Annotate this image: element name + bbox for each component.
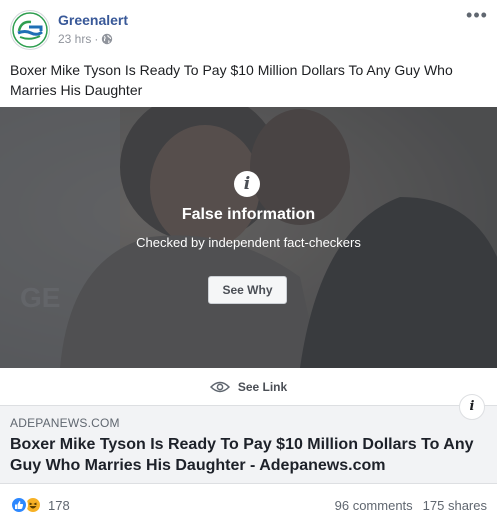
false-information-title: False information: [181, 206, 316, 223]
page-name-link[interactable]: Greenalert: [58, 12, 128, 28]
info-icon: i: [234, 171, 260, 197]
link-title[interactable]: Boxer Mike Tyson Is Ready To Pay $10 Mil…: [10, 434, 480, 476]
greenalert-logo: [12, 12, 48, 48]
like-icon: [10, 496, 28, 514]
see-link-label: See Link: [237, 379, 288, 394]
reactions-summary[interactable]: 178: [10, 496, 70, 514]
post-header: Greenalert 23 hrs · •••: [0, 0, 497, 56]
post-meta: 23 hrs ·: [58, 32, 113, 46]
comments-count-link[interactable]: 96 comments: [335, 498, 413, 513]
link-info-icon[interactable]: i: [459, 394, 485, 420]
see-link-button[interactable]: See Link: [0, 368, 497, 406]
meta-separator: ·: [94, 32, 99, 46]
link-preview[interactable]: ADEPANEWS.COM Boxer Mike Tyson Is Ready …: [0, 394, 497, 484]
see-why-button[interactable]: See Why: [208, 276, 287, 304]
page-avatar[interactable]: [10, 10, 50, 50]
more-options-icon[interactable]: •••: [465, 6, 489, 28]
link-domain: ADEPANEWS.COM: [10, 416, 120, 430]
post-caption: Boxer Mike Tyson Is Ready To Pay $10 Mil…: [10, 62, 453, 98]
fact-check-subtitle: Checked by independent fact-checkers: [136, 235, 361, 250]
globe-icon: [102, 33, 113, 45]
post-image-with-fact-check-overlay[interactable]: GE i False information Checked by indepe…: [0, 107, 497, 368]
reaction-count: 178: [48, 497, 70, 513]
engagement-stats: 96 comments 175 shares: [335, 498, 487, 513]
post-timestamp[interactable]: 23 hrs: [58, 32, 91, 46]
post-footer: 178 96 comments 175 shares: [0, 484, 497, 527]
shares-count-link[interactable]: 175 shares: [423, 498, 487, 513]
post-card: Greenalert 23 hrs · ••• Boxer Mike Tyson…: [0, 0, 497, 527]
eye-icon: [209, 381, 230, 392]
